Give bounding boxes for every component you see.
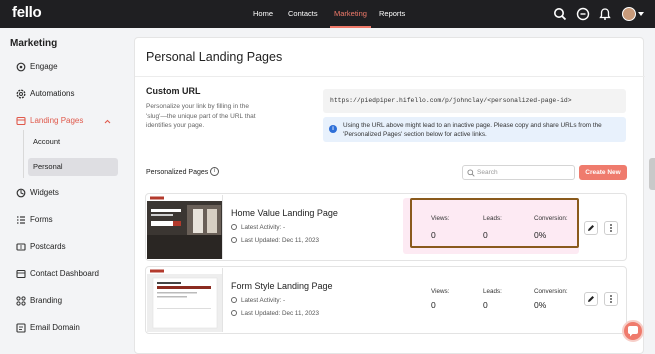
chevron-down-icon[interactable] xyxy=(638,12,644,16)
more-vertical-icon xyxy=(610,295,612,303)
main-panel: Personal Landing Pages Custom URL Person… xyxy=(134,37,645,354)
conversion-value: 0% xyxy=(534,300,547,310)
pencil-icon xyxy=(588,296,594,302)
chat-button[interactable] xyxy=(622,320,644,342)
calendar-icon xyxy=(231,310,237,316)
submenu-divider xyxy=(23,130,24,178)
nav-marketing[interactable]: Marketing xyxy=(330,0,371,28)
side-drawer-handle[interactable] xyxy=(649,158,655,190)
sidebar-item-label: Landing Pages xyxy=(30,116,84,125)
views-label: Views: xyxy=(431,215,450,222)
page-preview-image xyxy=(147,268,222,332)
search-box[interactable] xyxy=(462,165,575,180)
leads-label: Leads: xyxy=(483,288,502,295)
page-title: Personal Landing Pages xyxy=(146,50,283,64)
leads-value: 0 xyxy=(483,300,488,310)
search-icon[interactable] xyxy=(553,7,567,21)
clock-icon xyxy=(231,297,237,303)
search-input[interactable] xyxy=(477,167,572,178)
page-thumbnail[interactable] xyxy=(147,195,223,259)
leads-value: 0 xyxy=(483,230,488,240)
row-title[interactable]: Form Style Landing Page xyxy=(231,281,333,291)
stats-highlight-background xyxy=(403,198,579,254)
gear-icon xyxy=(16,62,26,72)
title-divider xyxy=(135,76,645,77)
custom-url-description: Personalize your link by filling in the … xyxy=(146,103,256,129)
chat-icon xyxy=(628,326,638,337)
create-new-button[interactable]: Create New xyxy=(579,165,627,180)
form-icon xyxy=(17,216,25,224)
personalized-pages-label: Personalized Pages xyxy=(146,169,209,176)
search-icon xyxy=(467,169,475,177)
landing-page-row[interactable]: Form Style Landing Page Latest Activity:… xyxy=(145,266,627,334)
conversion-label: Conversion: xyxy=(534,288,568,295)
row-title[interactable]: Home Value Landing Page xyxy=(231,208,338,218)
views-value: 0 xyxy=(431,230,436,240)
email-domain-icon xyxy=(16,323,26,333)
sidebar-item-label: Automations xyxy=(30,89,75,98)
sidebar-item-label: Widgets xyxy=(30,188,59,197)
leads-label: Leads: xyxy=(483,215,502,222)
top-nav-bar: fello Home Contacts Marketing Reports xyxy=(0,0,655,28)
conversion-label: Conversion: xyxy=(534,215,568,222)
sidebar-item-label: Contact Dashboard xyxy=(30,269,99,278)
sidebar-item-label: Postcards xyxy=(30,242,66,251)
add-circle-icon[interactable] xyxy=(576,7,590,21)
sidebar-item-label: Email Domain xyxy=(30,323,80,332)
edit-button[interactable] xyxy=(584,292,598,306)
sidebar: Marketing Engage Automations Landing Pag… xyxy=(0,28,128,354)
widget-icon xyxy=(16,188,26,198)
pencil-icon xyxy=(588,225,594,231)
edit-button[interactable] xyxy=(584,221,598,235)
chevron-up-icon[interactable] xyxy=(104,119,111,124)
info-icon: i xyxy=(329,125,337,133)
custom-url-value[interactable]: https://piedpiper.hifello.com/p/johnclay… xyxy=(323,89,626,113)
last-updated: Last Updated: Dec 11, 2023 xyxy=(231,237,319,244)
branding-icon xyxy=(16,296,26,306)
user-avatar[interactable] xyxy=(622,7,636,21)
sidebar-title: Marketing xyxy=(10,38,58,49)
sidebar-subitem-personal[interactable]: Personal xyxy=(28,158,118,176)
latest-activity: Latest Activity: - xyxy=(231,297,285,304)
nav-contacts[interactable]: Contacts xyxy=(288,0,318,28)
conversion-value: 0% xyxy=(534,230,547,240)
views-value: 0 xyxy=(431,300,436,310)
page-preview-image xyxy=(147,195,222,259)
landing-page-icon xyxy=(16,116,26,126)
views-label: Views: xyxy=(431,288,450,295)
sidebar-subitem-account[interactable]: Account xyxy=(28,133,118,151)
nav-home[interactable]: Home xyxy=(253,0,273,28)
app-logo[interactable]: fello xyxy=(12,4,42,21)
last-updated-text: Last Updated: Dec 11, 2023 xyxy=(241,310,319,317)
last-updated-text: Last Updated: Dec 11, 2023 xyxy=(241,237,319,244)
latest-activity-text: Latest Activity: - xyxy=(241,297,286,304)
more-vertical-icon xyxy=(610,224,612,232)
sidebar-item-label: Forms xyxy=(30,215,53,224)
latest-activity-text: Latest Activity: - xyxy=(241,224,286,231)
cog-icon xyxy=(16,89,26,99)
latest-activity: Latest Activity: - xyxy=(231,224,285,231)
bell-icon[interactable] xyxy=(598,7,612,21)
more-options-button[interactable] xyxy=(604,292,618,306)
dashboard-icon xyxy=(16,269,26,279)
sidebar-item-label: Engage xyxy=(30,62,58,71)
nav-reports[interactable]: Reports xyxy=(379,0,405,28)
info-banner-text: Using the URL above might lead to an ina… xyxy=(343,122,602,138)
landing-page-row[interactable]: Home Value Landing Page Latest Activity:… xyxy=(145,193,627,261)
clock-icon xyxy=(231,224,237,230)
sidebar-item-label: Branding xyxy=(30,296,63,305)
more-options-button[interactable] xyxy=(604,221,618,235)
postcard-icon xyxy=(16,243,26,251)
page-thumbnail[interactable] xyxy=(147,268,223,332)
info-banner: i Using the URL above might lead to an i… xyxy=(323,117,626,142)
calendar-icon xyxy=(231,237,237,243)
help-icon[interactable]: i xyxy=(210,167,219,176)
custom-url-title: Custom URL xyxy=(146,86,201,96)
last-updated: Last Updated: Dec 11, 2023 xyxy=(231,310,319,317)
